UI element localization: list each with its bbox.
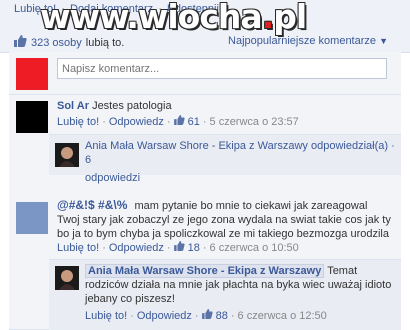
comment-text-line2: Twoj stary jak zobaczyl ze jego zona wyd… <box>57 214 391 226</box>
reply-text-line1: Temat <box>327 265 358 277</box>
comment-author[interactable]: @#&!$ #&\% <box>57 198 127 212</box>
watermark-tld: pl <box>273 0 307 36</box>
reply-summary-text[interactable]: Ania Mała Warsaw Shore - Ekipa z Warszaw… <box>85 139 401 185</box>
post-actions-bar: Lubię to! · Dodaj komentarz · Udostępnij… <box>0 0 410 53</box>
thumbs-up-icon <box>201 309 213 322</box>
timestamp[interactable]: 6 czerwca o 12:50 <box>238 310 327 322</box>
like-count[interactable]: 61 <box>188 116 200 128</box>
comment-composer <box>9 52 401 95</box>
sort-label: Najpopularniejsze komentarze <box>228 35 377 47</box>
separator: · <box>102 241 106 254</box>
comment-text-line3: bo ja to bym chyba ja spoliczkowal ze mi… <box>57 228 389 240</box>
reply-author[interactable]: Ania Mała Warsaw Shore - Ekipa z Warszaw… <box>85 264 325 278</box>
reply-link[interactable]: Odpowiedz <box>137 310 192 322</box>
separator: · <box>230 309 235 322</box>
reply-text-line2: rodziców działa na mnie jak płachta na b… <box>85 279 392 291</box>
reply-link[interactable]: Odpowiedz <box>109 116 164 128</box>
like-comment-link[interactable]: Lubię to! <box>57 242 99 254</box>
timestamp[interactable]: 5 czerwca o 23:57 <box>210 116 299 128</box>
reply-summary-line2: odpowiedzi <box>85 172 141 184</box>
separator: · <box>194 309 199 322</box>
separator: · <box>166 241 171 254</box>
comment-meta: Lubię to! · Odpowiedz · 18 · 6 czerwca o… <box>57 241 299 254</box>
like-count[interactable]: 88 <box>216 310 228 322</box>
avatar <box>55 143 79 167</box>
reply-meta: Lubię to! · Odpowiedz · 88 · 6 czerwca o… <box>85 309 327 322</box>
watermark-text: www.wiocha <box>40 0 263 36</box>
like-comment-link[interactable]: Lubię to! <box>57 116 99 128</box>
separator: · <box>166 115 171 128</box>
chevron-down-icon: ▼ <box>379 36 388 46</box>
comment-text: Jestes patologia <box>92 100 172 112</box>
avatar[interactable] <box>55 266 79 290</box>
reply-item: Ania Mała Warsaw Shore - Ekipa z Warszaw… <box>49 259 401 330</box>
timestamp[interactable]: 6 czerwca o 10:50 <box>210 242 299 254</box>
avatar[interactable] <box>16 202 48 234</box>
likes-summary: 323 osoby lubią to. <box>14 35 124 50</box>
thumbs-up-icon <box>173 241 185 254</box>
comment-body: Sol Ar Jestes patologia <box>57 99 172 113</box>
comment-item: @#&!$ #&\% mam pytanie bo mnie to ciekaw… <box>9 196 401 330</box>
comment-text-line1: mam pytanie bo mnie to ciekawi jak zarea… <box>134 200 368 212</box>
comment-input[interactable] <box>57 58 387 79</box>
thumbs-up-icon <box>173 115 185 128</box>
like-count[interactable]: 18 <box>188 242 200 254</box>
watermark-dot: . <box>261 0 275 36</box>
sort-dropdown[interactable]: Najpopularniejsze komentarze ▼ <box>228 35 388 47</box>
avatar[interactable] <box>16 101 48 133</box>
reply-text-line3: jebany co piszesz! <box>85 293 175 305</box>
likes-count-link[interactable]: 323 osoby <box>31 37 82 49</box>
like-reply-link[interactable]: Lubię to! <box>85 310 127 322</box>
reply-summary-line1: Ania Mała Warsaw Shore - Ekipa z Warszaw… <box>85 140 395 166</box>
separator: · <box>202 241 207 254</box>
separator: · <box>130 309 134 322</box>
thumbs-up-icon <box>14 35 27 50</box>
reply-link[interactable]: Odpowiedz <box>109 242 164 254</box>
comment-meta: Lubię to! · Odpowiedz · 61 · 5 czerwca o… <box>57 115 299 128</box>
separator: · <box>102 115 106 128</box>
reply-body: Ania Mała Warsaw Shore - Ekipa z Warszaw… <box>85 264 395 306</box>
comment-body: @#&!$ #&\% mam pytanie bo mnie to ciekaw… <box>57 198 397 241</box>
avatar <box>16 58 48 90</box>
comment-author[interactable]: Sol Ar <box>57 100 89 112</box>
separator: · <box>202 115 207 128</box>
likes-suffix: lubią to. <box>85 36 125 49</box>
reply-summary[interactable]: Ania Mała Warsaw Shore - Ekipa z Warszaw… <box>49 134 401 184</box>
watermark-logo: www.wiocha.pl <box>40 0 307 36</box>
